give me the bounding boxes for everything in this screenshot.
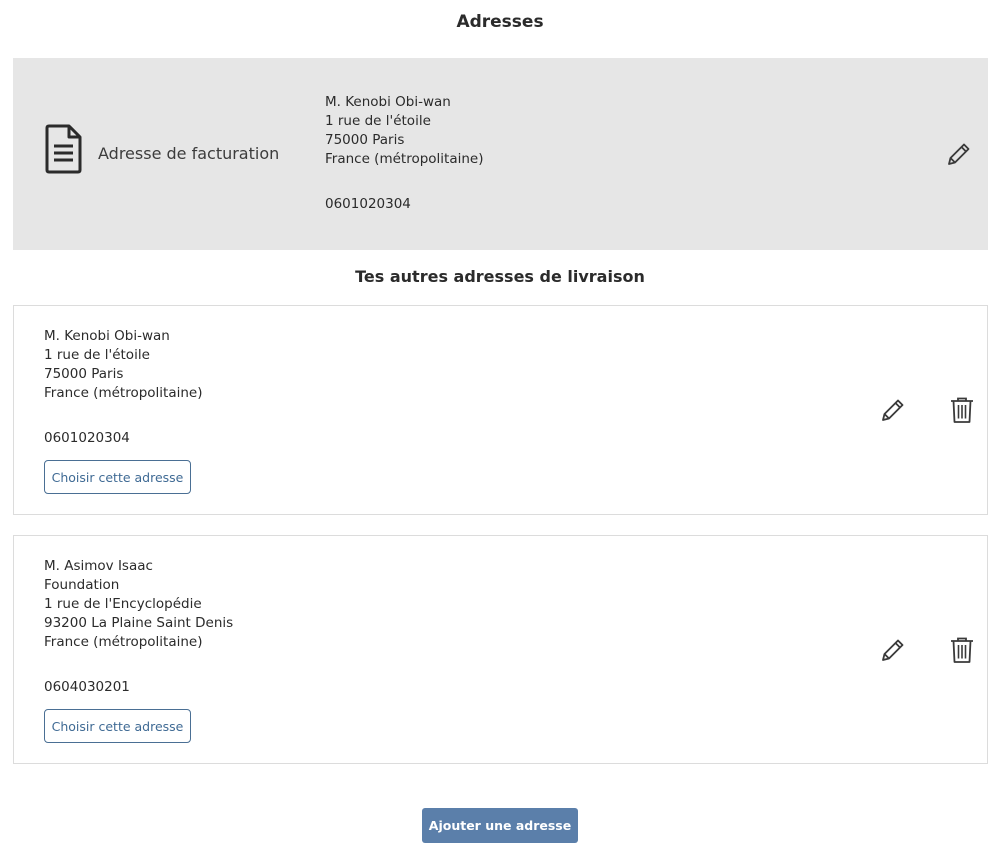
address-name: M. Asimov Isaac <box>44 558 153 574</box>
address-country: France (métropolitaine) <box>44 385 203 401</box>
address-name: M. Kenobi Obi-wan <box>44 328 170 344</box>
page-title: Adresses <box>456 12 544 32</box>
address-phone: 0601020304 <box>325 196 411 212</box>
billing-address-details: M. Kenobi Obi-wan 1 rue de l'étoile 7500… <box>325 93 484 214</box>
address-country: France (métropolitaine) <box>325 151 484 167</box>
address-phone: 0604030201 <box>44 679 130 695</box>
address-card: M. Asimov Isaac Foundation 1 rue de l'En… <box>13 535 988 764</box>
pencil-icon[interactable] <box>879 396 907 424</box>
trash-icon[interactable] <box>949 396 975 424</box>
pencil-icon[interactable] <box>945 140 973 168</box>
address-card: M. Kenobi Obi-wan 1 rue de l'étoile 7500… <box>13 305 988 515</box>
billing-address-panel: Adresse de facturation M. Kenobi Obi-wan… <box>13 58 988 250</box>
billing-address-label: Adresse de facturation <box>98 144 280 163</box>
choose-address-button[interactable]: Choisir cette adresse <box>44 460 191 494</box>
address-city: 75000 Paris <box>44 366 124 382</box>
choose-address-button[interactable]: Choisir cette adresse <box>44 709 191 743</box>
document-icon <box>45 124 82 174</box>
address-name: M. Kenobi Obi-wan <box>325 94 451 110</box>
address-city: 93200 La Plaine Saint Denis <box>44 615 234 631</box>
address-city: 75000 Paris <box>325 132 405 148</box>
pencil-icon[interactable] <box>879 636 907 664</box>
trash-icon[interactable] <box>949 636 975 664</box>
address-phone: 0601020304 <box>44 430 130 446</box>
address-details: M. Kenobi Obi-wan 1 rue de l'étoile 7500… <box>44 327 203 448</box>
other-addresses-title: Tes autres adresses de livraison <box>355 267 645 286</box>
add-address-button[interactable]: Ajouter une adresse <box>422 808 578 843</box>
address-company: Foundation <box>44 577 120 593</box>
address-country: France (métropolitaine) <box>44 634 203 650</box>
address-street: 1 rue de l'Encyclopédie <box>44 596 202 612</box>
address-details: M. Asimov Isaac Foundation 1 rue de l'En… <box>44 557 233 697</box>
address-street: 1 rue de l'étoile <box>44 347 150 363</box>
address-street: 1 rue de l'étoile <box>325 113 431 129</box>
